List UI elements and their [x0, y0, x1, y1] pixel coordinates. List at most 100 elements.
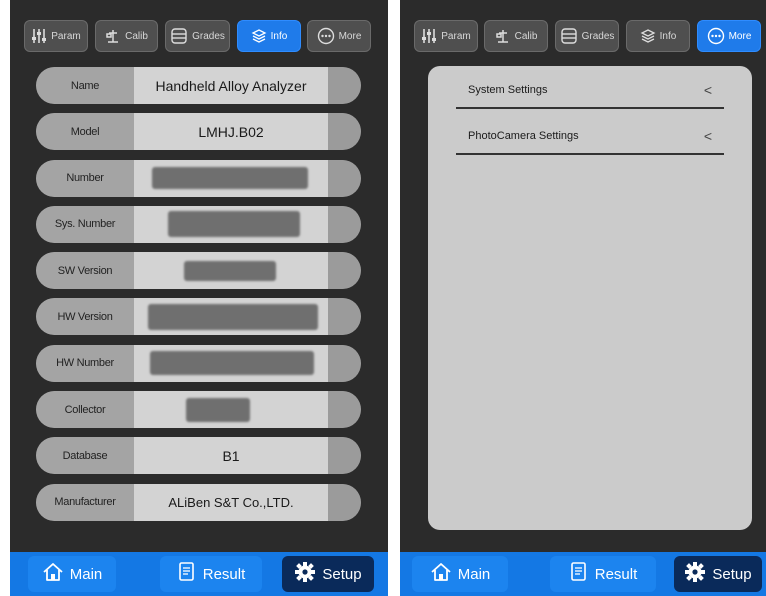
more-screen: Param Calib Grades Info More System Sett…	[400, 0, 766, 596]
tab-label: Grades	[192, 30, 225, 42]
redaction-mark	[184, 260, 276, 281]
bottom-nav-bar: Main Result Setup	[10, 552, 388, 596]
info-value-redacted	[134, 252, 328, 290]
info-row-sys-number: Sys. Number	[36, 205, 361, 243]
bottom-nav-bar: Main Result Setup	[400, 552, 766, 596]
info-label: Database	[36, 437, 134, 475]
nav-setup-button[interactable]: Setup	[282, 556, 374, 592]
tab-label: Param	[51, 30, 81, 42]
tab-info[interactable]: Info	[626, 20, 690, 52]
info-value-redacted	[134, 205, 328, 243]
layers-icon	[640, 28, 656, 44]
more-dots-icon	[317, 27, 335, 45]
more-settings-panel: System Settings < PhotoCamera Settings <	[428, 66, 752, 530]
info-value-redacted	[134, 298, 328, 336]
redaction-mark	[148, 303, 318, 330]
info-row-hw-version: HW Version	[36, 298, 361, 336]
info-value: Handheld Alloy Analyzer	[134, 67, 328, 104]
result-icon	[569, 561, 589, 587]
chevron-left-icon: <	[703, 82, 712, 98]
database-icon	[170, 28, 188, 44]
info-row-manufacturer: Manufacturer ALiBen S&T Co.,LTD.	[36, 483, 361, 521]
info-label: Manufacturer	[36, 483, 134, 521]
home-icon	[42, 562, 64, 586]
info-row-database: Database B1	[36, 437, 361, 475]
calibration-icon	[105, 28, 121, 44]
tab-label: Grades	[581, 30, 615, 42]
row-cap	[328, 344, 361, 382]
tab-calib[interactable]: Calib	[95, 20, 158, 52]
tab-grades[interactable]: Grades	[165, 20, 230, 52]
info-label: Number	[36, 159, 134, 197]
nav-label: Setup	[712, 565, 752, 583]
nav-result-button[interactable]: Result	[160, 556, 262, 592]
info-value-redacted	[134, 391, 328, 429]
tab-label: Calib	[125, 30, 148, 42]
database-icon	[560, 28, 578, 44]
info-row-name: Name Handheld Alloy Analyzer	[36, 67, 361, 104]
row-cap	[328, 67, 361, 104]
row-cap	[328, 205, 361, 243]
nav-label: Main	[69, 565, 103, 583]
tab-info[interactable]: Info	[237, 20, 301, 52]
device-info-list: Name Handheld Alloy Analyzer Model LMHJ.…	[36, 67, 361, 530]
info-row-number: Number	[36, 159, 361, 197]
info-label: Name	[36, 67, 134, 104]
info-label: Model	[36, 113, 134, 151]
top-tab-bar: Param Calib Grades Info More	[10, 18, 388, 54]
info-label: HW Number	[36, 344, 134, 382]
redaction-mark	[186, 397, 250, 422]
info-value: LMHJ.B02	[134, 113, 328, 151]
gear-icon	[684, 561, 706, 587]
info-screen: Param Calib Grades Info More Name Handhe…	[10, 0, 388, 596]
tab-grades[interactable]: Grades	[555, 20, 619, 52]
nav-label: Main	[457, 565, 491, 583]
layers-icon	[251, 28, 267, 44]
sliders-icon	[31, 28, 47, 44]
home-icon	[430, 562, 452, 586]
info-value: B1	[134, 437, 328, 475]
tab-label: Calib	[514, 30, 538, 42]
calibration-icon	[495, 28, 511, 44]
tab-calib[interactable]: Calib	[484, 20, 548, 52]
gear-icon	[294, 561, 316, 587]
info-row-hw-number: HW Number	[36, 344, 361, 382]
info-label: Collector	[36, 391, 134, 429]
nav-setup-button[interactable]: Setup	[674, 556, 762, 592]
nav-label: Setup	[322, 565, 362, 583]
setting-label: System Settings	[468, 84, 548, 96]
sliders-icon	[421, 28, 437, 44]
info-value-redacted	[134, 159, 328, 197]
photocamera-settings-item[interactable]: PhotoCamera Settings <	[456, 119, 724, 155]
tab-param[interactable]: Param	[24, 20, 88, 52]
info-row-sw-version: SW Version	[36, 252, 361, 290]
system-settings-item[interactable]: System Settings <	[456, 73, 724, 109]
info-label: Sys. Number	[36, 205, 134, 243]
info-label: HW Version	[36, 298, 134, 336]
tab-label: Param	[441, 30, 471, 42]
row-cap	[328, 483, 361, 521]
row-cap	[328, 159, 361, 197]
tab-more[interactable]: More	[307, 20, 371, 52]
row-cap	[328, 298, 361, 336]
tab-more[interactable]: More	[697, 20, 761, 52]
nav-main-button[interactable]: Main	[412, 556, 508, 592]
result-icon	[177, 561, 197, 587]
row-cap	[328, 391, 361, 429]
tab-param[interactable]: Param	[414, 20, 478, 52]
nav-main-button[interactable]: Main	[28, 556, 116, 592]
info-value-redacted	[134, 344, 328, 382]
nav-label: Result	[594, 565, 638, 583]
tab-label: Info	[270, 30, 288, 42]
setting-label: PhotoCamera Settings	[468, 130, 579, 142]
info-label: SW Version	[36, 252, 134, 290]
row-cap	[328, 252, 361, 290]
tab-label: More	[728, 30, 752, 42]
top-tab-bar: Param Calib Grades Info More	[400, 18, 766, 54]
tab-label: More	[338, 30, 362, 42]
info-value: ALiBen S&T Co.,LTD.	[134, 483, 328, 521]
more-dots-icon	[707, 27, 725, 45]
redaction-mark	[150, 351, 314, 376]
nav-result-button[interactable]: Result	[550, 556, 656, 592]
row-cap	[328, 113, 361, 151]
